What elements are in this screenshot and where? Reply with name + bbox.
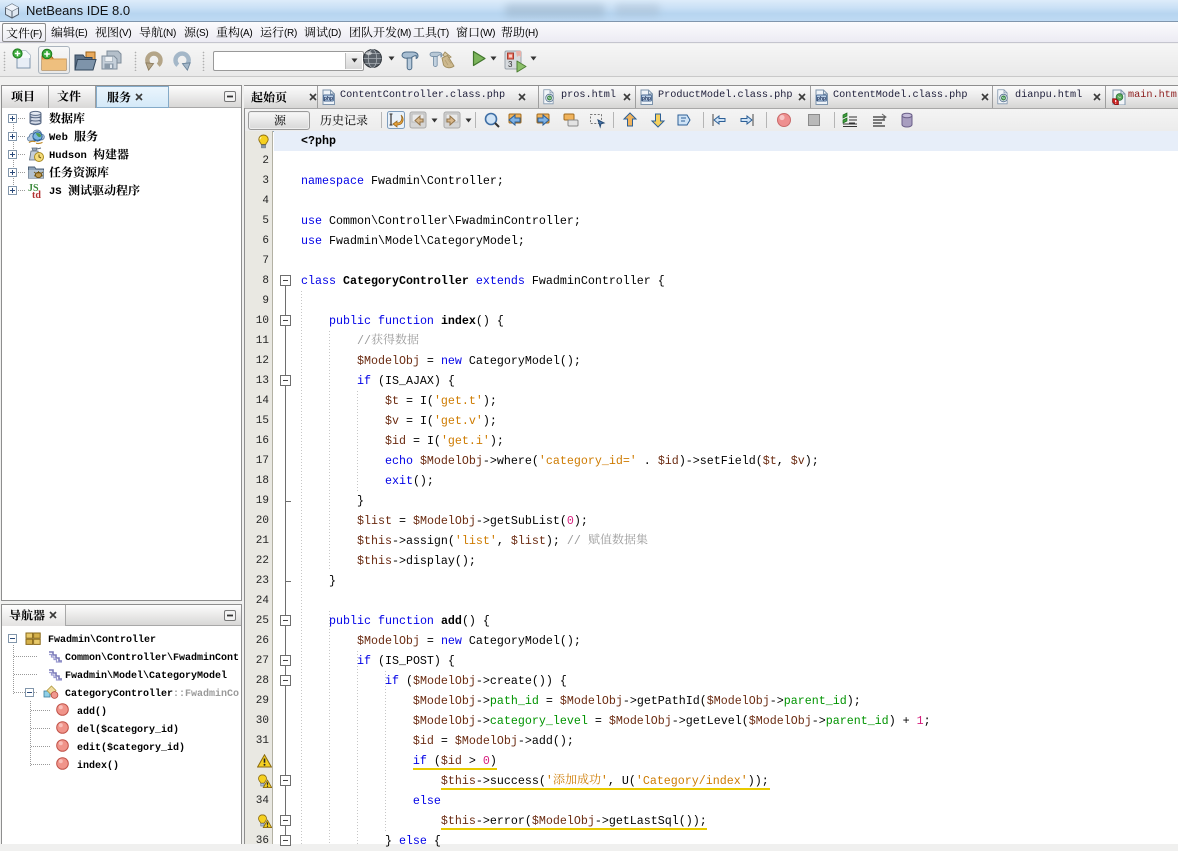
- svg-text:php: php: [817, 96, 826, 102]
- svg-text:td: td: [32, 190, 41, 198]
- svg-text:php: php: [642, 96, 651, 102]
- svg-text:php: php: [324, 96, 333, 102]
- svg-text:3: 3: [508, 60, 513, 69]
